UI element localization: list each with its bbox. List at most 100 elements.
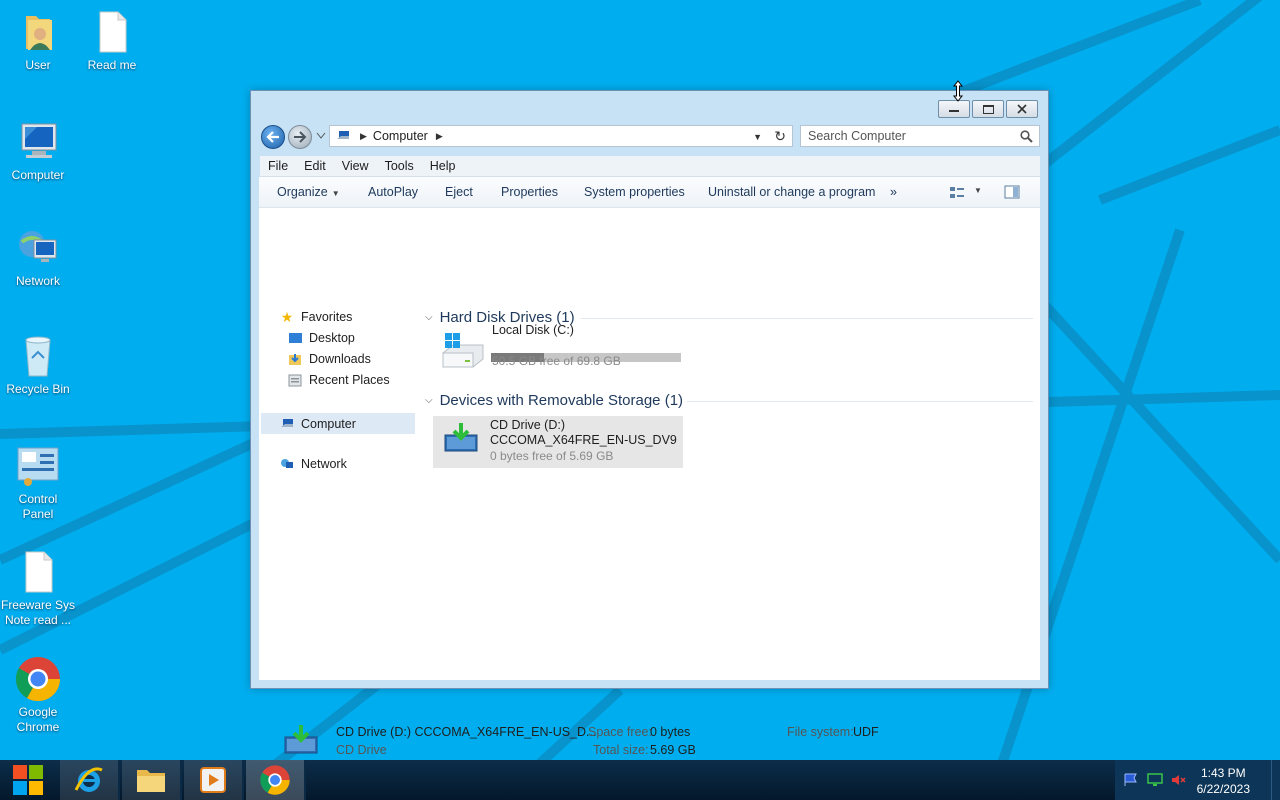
menu-tools[interactable]: Tools [377,159,422,173]
nav-network[interactable]: Network [279,456,347,472]
recent-places-icon [287,372,303,388]
desktop-icon-control-panel[interactable]: Control Panel [0,442,76,522]
window-controls [938,100,1038,118]
caret-down-icon: ▼ [331,189,340,198]
network-status-icon[interactable] [1147,773,1163,787]
preview-pane-icon[interactable] [1004,185,1020,199]
nav-favorites[interactable]: ★ Favorites [279,308,353,325]
organize-button[interactable]: Organize ▼ [277,185,340,199]
system-clock[interactable]: 1:43 PM 6/22/2023 [1197,765,1250,797]
nav-label: Recent Places [309,373,390,387]
hard-drive-icon [442,333,484,368]
nav-label: Computer [301,416,356,431]
eject-button[interactable]: Eject [445,185,473,199]
desktop-icon-recycle-bin[interactable]: Recycle Bin [0,332,76,397]
drive-item-cd-drive-d[interactable]: CD Drive (D:) CCCOMA_X64FRE_EN-US_DV9 0 … [433,416,683,468]
address-dropdown-icon[interactable]: ▼ [753,132,762,142]
arrow-right-icon [294,131,307,143]
start-button[interactable] [0,760,56,800]
drive-item-local-disk-c[interactable]: Local Disk (C:) 50.5 GB free of 69.8 GB [435,323,685,375]
minimize-icon [949,110,959,112]
forward-button[interactable] [288,125,312,149]
content-area: Organize ▼ AutoPlay Eject Properties Syst… [259,177,1040,757]
nav-desktop[interactable]: Desktop [287,330,355,346]
desktop-icon-label: User [25,58,51,72]
nav-computer[interactable]: Computer [261,413,415,434]
document-icon [99,11,127,53]
search-input[interactable] [801,126,1018,146]
chevron-right-icon: ▶ [360,130,367,141]
internet-explorer-icon [74,767,103,792]
chevron-right-icon[interactable]: ▶ [436,131,443,142]
uninstall-program-button[interactable]: Uninstall or change a program [708,185,875,199]
search-box[interactable] [800,125,1040,147]
more-commands-button[interactable]: » [890,185,897,199]
cd-drive-icon [444,423,478,452]
refresh-icon[interactable]: ↻ [774,128,786,145]
address-location[interactable]: Computer [373,129,428,143]
folder-icon [137,770,165,792]
taskbar-internet-explorer[interactable] [60,760,120,800]
star-icon: ★ [280,308,294,325]
chrome-icon [260,765,290,795]
show-desktop-button[interactable] [1271,760,1280,800]
group-header-removable-storage[interactable]: ⌵ Devices with Removable Storage (1) [425,392,683,409]
command-bar: Organize ▼ AutoPlay Eject Properties Syst… [259,177,1040,208]
desktop-icon-network[interactable]: Network [0,224,76,289]
desktop-icon-computer[interactable]: Computer [0,118,76,183]
user-folder-icon [26,16,52,50]
menu-edit[interactable]: Edit [296,159,334,173]
search-icon[interactable] [1020,130,1033,143]
organize-label: Organize [277,185,328,199]
drive-name: CD Drive (D:) [490,418,565,432]
properties-button[interactable]: Properties [501,185,558,199]
taskbar-google-chrome[interactable] [246,760,306,800]
back-button[interactable] [261,125,285,149]
close-button[interactable] [1006,100,1038,118]
desktop-icon-label: Read me [87,58,137,72]
drive-free-space: 50.5 GB free of 69.8 GB [492,354,621,368]
nav-downloads[interactable]: Downloads [287,351,371,367]
menu-view[interactable]: View [334,159,377,173]
nav-recent-places[interactable]: Recent Places [287,372,390,388]
desktop-icon-google-chrome[interactable]: Google Chrome [0,655,76,735]
minimize-button[interactable] [938,100,970,118]
details-file-system-value: UDF [853,725,879,739]
volume-muted-icon[interactable] [1171,773,1187,787]
close-icon [1017,104,1027,114]
action-center-flag-icon[interactable] [1123,773,1139,787]
group-divider [687,401,1033,402]
desktop-icon [287,330,303,346]
system-tray: 1:43 PM 6/22/2023 [1115,760,1280,800]
control-panel-icon [17,447,59,486]
desktop-icon-label: Recycle Bin [6,382,70,396]
maximize-icon [982,104,994,114]
maximize-button[interactable] [972,100,1004,118]
details-type: CD Drive [336,743,387,757]
desktop-icon-read-me[interactable]: Read me [74,8,150,73]
menu-help[interactable]: Help [422,159,464,173]
cd-drive-icon [284,725,318,754]
taskbar-media-player[interactable] [184,760,244,800]
media-player-icon [200,767,226,793]
details-space-free-value: 0 bytes [650,725,691,739]
autoplay-button[interactable]: AutoPlay [368,185,418,199]
document-icon [25,551,53,593]
clock-date: 6/22/2023 [1196,782,1250,796]
group-title: Devices with Removable Storage (1) [439,392,684,409]
network-icon [19,231,57,262]
explorer-window[interactable]: ▶ Computer ▶ ▼ ↻ File Edit View Tools He… [250,90,1049,757]
recent-locations-dropdown-icon[interactable] [316,132,326,140]
menu-file[interactable]: File [260,159,296,173]
taskbar-file-explorer[interactable] [122,760,182,800]
system-properties-button[interactable]: System properties [584,185,685,199]
chrome-icon [15,657,61,702]
details-title: CD Drive (D:) CCCOMA_X64FRE_EN-US_D... [336,725,597,739]
desktop-icon-user[interactable]: User [0,8,76,73]
computer-icon [21,123,57,158]
computer-icon [279,416,295,432]
desktop-icon-freeware-note[interactable]: Freeware Sys Note read ... [0,548,76,628]
view-dropdown-icon[interactable]: ▼ [974,186,982,195]
change-view-icon[interactable] [949,186,965,200]
address-bar[interactable]: ▶ Computer ▶ ▼ ↻ [329,125,793,147]
